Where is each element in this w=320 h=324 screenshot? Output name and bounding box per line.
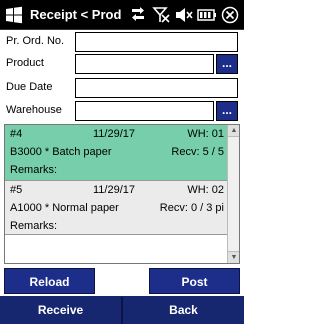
product-label: Product: [6, 57, 44, 69]
close-icon[interactable]: [220, 6, 240, 24]
prod-order-label: Pr. Ord. No.: [6, 35, 65, 47]
item-product: B3000 * Batch paper: [10, 146, 112, 158]
battery-icon: [197, 9, 216, 21]
status-icons: [128, 6, 240, 24]
item-received: Recv: 5 / 5: [171, 146, 224, 158]
data-transfer-icon: [132, 7, 144, 21]
due-date-input[interactable]: [75, 78, 238, 98]
item-number: #5: [10, 184, 23, 196]
post-button[interactable]: Post: [149, 268, 240, 294]
warehouse-lookup-button[interactable]: ...: [216, 101, 238, 121]
scroll-up-icon[interactable]: ▲: [228, 125, 239, 137]
back-softkey[interactable]: Back: [123, 297, 244, 324]
no-signal-icon: [152, 7, 170, 23]
item-number: #4: [10, 128, 23, 140]
field-row-warehouse: Warehouse ...: [0, 101, 244, 121]
item-product: A1000 * Normal paper: [10, 202, 119, 214]
field-row-product: Product ...: [0, 54, 244, 74]
warehouse-input[interactable]: [75, 101, 214, 121]
item-remarks: Remarks:: [10, 220, 58, 232]
item-remarks: Remarks:: [10, 164, 58, 176]
prod-order-input[interactable]: [75, 32, 238, 52]
reload-button[interactable]: Reload: [4, 268, 95, 294]
field-row-due-date: Due Date: [0, 78, 244, 98]
item-received: Recv: 0 / 3 pi: [159, 202, 224, 214]
receive-softkey[interactable]: Receive: [0, 297, 121, 324]
field-row-prod-order: Pr. Ord. No.: [0, 32, 244, 52]
item-date: 11/29/17: [93, 184, 136, 196]
windows-logo[interactable]: [5, 6, 23, 24]
item-warehouse: WH: 02: [187, 184, 224, 196]
item-date: 11/29/17: [93, 128, 136, 140]
list-item[interactable]: #4 11/29/17 WH: 01 B3000 * Batch paper R…: [5, 125, 227, 180]
list-item[interactable]: #5 11/29/17 WH: 02 A1000 * Normal paper …: [5, 180, 227, 235]
receipt-list[interactable]: #4 11/29/17 WH: 01 B3000 * Batch paper R…: [4, 124, 240, 264]
scroll-down-icon[interactable]: ▼: [228, 251, 239, 263]
list-scrollbar[interactable]: ▲ ▼: [227, 125, 239, 263]
warehouse-label: Warehouse: [6, 104, 62, 116]
speaker-muted-icon[interactable]: [174, 6, 194, 24]
item-warehouse: WH: 01: [187, 128, 224, 140]
title-bar: Receipt < Prod: [0, 0, 244, 30]
due-date-label: Due Date: [6, 81, 53, 93]
product-lookup-button[interactable]: ...: [216, 54, 238, 74]
product-input[interactable]: [75, 54, 214, 74]
window-title: Receipt < Prod: [30, 7, 122, 22]
